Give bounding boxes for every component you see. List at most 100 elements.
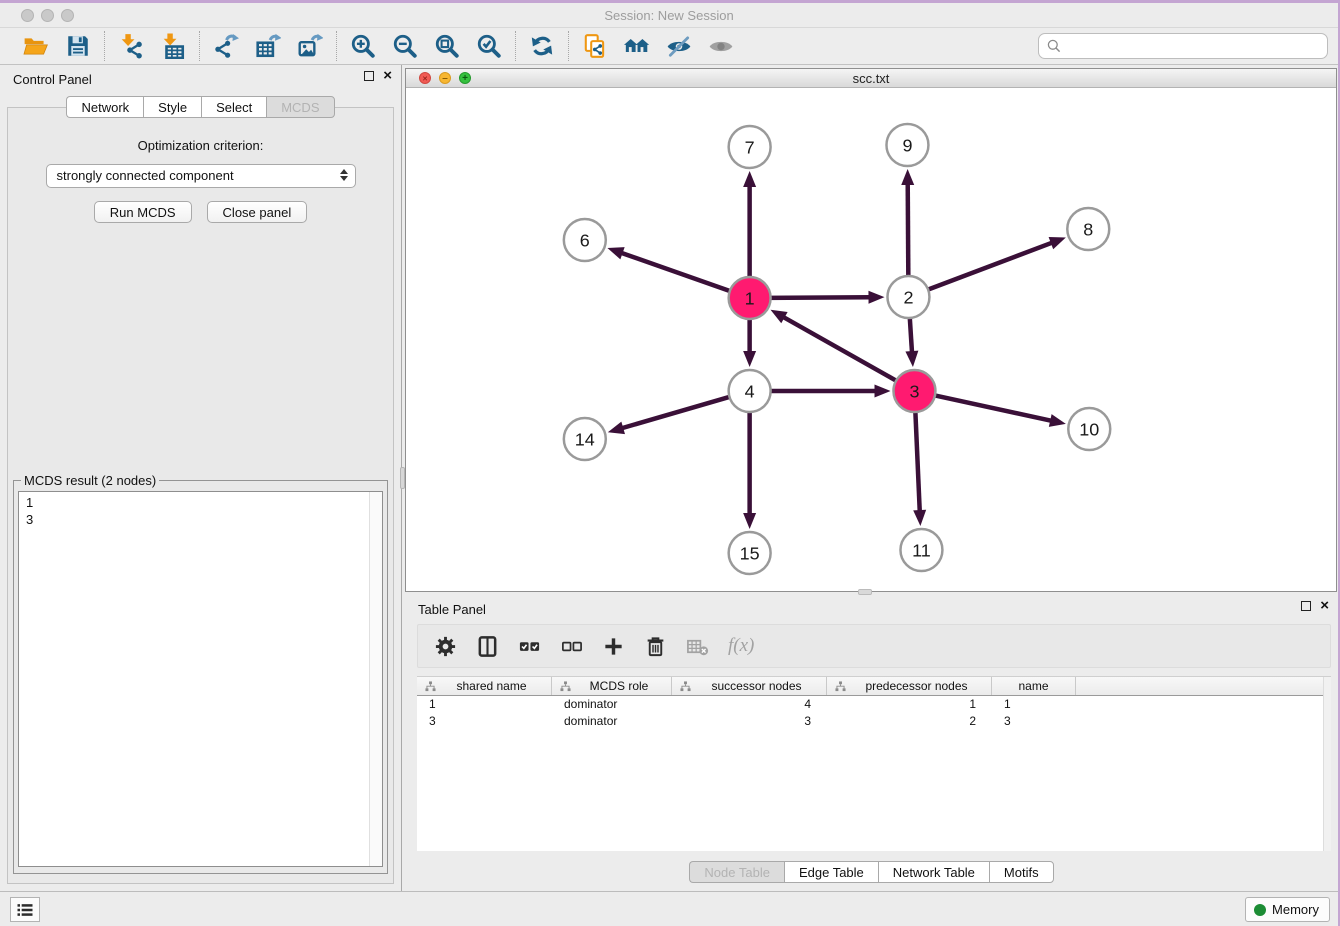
mcds-result-lines: 13 (19, 492, 382, 530)
graph-edge-4-3[interactable] (768, 385, 891, 398)
select-all-icon[interactable] (518, 635, 541, 658)
toolbar-group (200, 32, 336, 60)
tab-mcds[interactable]: MCDS (266, 96, 334, 118)
export-table-icon[interactable] (254, 32, 282, 60)
graph-edge-3-10[interactable] (932, 395, 1066, 427)
graph-edge-2-3[interactable] (905, 315, 918, 367)
graph-node-9[interactable]: 9 (886, 124, 928, 166)
table-row[interactable]: 3dominator323 (417, 713, 1331, 730)
table-cell[interactable]: dominator (552, 713, 672, 730)
close-table-panel-icon[interactable] (1320, 601, 1329, 611)
graph-edge-1-4[interactable] (743, 316, 756, 367)
network-canvas[interactable]: 7 9 6 8 1 2 4 3 14 10 15 11 (406, 88, 1336, 591)
table-cell[interactable]: 1 (417, 696, 552, 713)
graph-edge-2-9[interactable] (901, 169, 914, 279)
optimization-criterion-select[interactable]: strongly connected component (46, 164, 356, 188)
column-header-shared-name[interactable]: shared name (417, 677, 552, 695)
table-cell[interactable]: dominator (552, 696, 672, 713)
float-panel-icon[interactable] (364, 71, 374, 81)
node-label: 9 (902, 135, 912, 155)
zoom-in-icon[interactable] (349, 32, 377, 60)
run-mcds-button[interactable]: Run MCDS (94, 201, 192, 223)
graph-edge-3-11[interactable] (913, 409, 926, 526)
graph-node-11[interactable]: 11 (900, 529, 942, 571)
graph-edge-4-14[interactable] (608, 396, 733, 434)
float-table-panel-icon[interactable] (1301, 601, 1311, 611)
graph-node-15[interactable]: 15 (729, 532, 771, 574)
column-header-predecessor-nodes[interactable]: predecessor nodes (827, 677, 992, 695)
table-cell[interactable]: 4 (672, 696, 827, 713)
export-image-icon[interactable] (296, 32, 324, 60)
graph-node-1[interactable]: 1 (729, 277, 771, 319)
table-cell[interactable]: 1 (992, 696, 1076, 713)
column-header-mcds-role[interactable]: MCDS role (552, 677, 672, 695)
import-network-icon[interactable] (117, 32, 145, 60)
refresh-icon[interactable] (528, 32, 556, 60)
network-graph: 7 9 6 8 1 2 4 3 14 10 15 11 (406, 88, 1336, 591)
task-history-button[interactable] (10, 897, 40, 922)
table-settings-icon[interactable] (434, 635, 457, 658)
tab-edge-table[interactable]: Edge Table (784, 861, 878, 883)
save-session-icon[interactable] (64, 32, 92, 60)
status-bar: Memory (0, 891, 1338, 926)
tab-select[interactable]: Select (201, 96, 266, 118)
table-cell[interactable]: 2 (827, 713, 992, 730)
table-cell[interactable]: 1 (827, 696, 992, 713)
graph-node-3[interactable]: 3 (893, 370, 935, 412)
application-window: Session: New Session Control Panel Netwo… (0, 3, 1338, 926)
table-row[interactable]: 1dominator411 (417, 696, 1331, 713)
graph-edge-3-1[interactable] (771, 310, 899, 382)
graph-node-8[interactable]: 8 (1067, 208, 1109, 250)
tab-style[interactable]: Style (143, 96, 201, 118)
add-icon[interactable] (602, 635, 625, 658)
open-file-icon[interactable] (22, 32, 50, 60)
tab-node-table[interactable]: Node Table (689, 861, 784, 883)
graph-node-7[interactable]: 7 (729, 126, 771, 168)
graph-edge-2-8[interactable] (925, 237, 1066, 291)
show-columns-icon[interactable] (476, 635, 499, 658)
search-input[interactable] (1062, 36, 1320, 56)
graph-node-6[interactable]: 6 (564, 219, 606, 261)
mcds-result-title: MCDS result (2 nodes) (21, 473, 159, 488)
close-panel-icon[interactable] (383, 71, 392, 81)
export-network-icon[interactable] (212, 32, 240, 60)
close-panel-button[interactable]: Close panel (207, 201, 308, 223)
node-label: 14 (575, 429, 595, 449)
tab-motifs[interactable]: Motifs (989, 861, 1054, 883)
result-line: 3 (26, 511, 375, 528)
graph-node-2[interactable]: 2 (887, 276, 929, 318)
delete-icon[interactable] (644, 635, 667, 658)
node-label: 8 (1083, 219, 1093, 239)
graph-node-4[interactable]: 4 (729, 370, 771, 412)
search-box (1038, 33, 1328, 59)
hide-panel-icon[interactable] (665, 32, 693, 60)
split-divider-handle[interactable] (400, 467, 405, 489)
node-label: 11 (912, 540, 931, 560)
memory-button[interactable]: Memory (1245, 897, 1330, 922)
import-table-icon[interactable] (159, 32, 187, 60)
result-scrollbar[interactable] (369, 492, 382, 866)
duplicate-network-icon[interactable] (581, 32, 609, 60)
network-frame-titlebar[interactable]: scc.txt (406, 69, 1336, 88)
column-header-name[interactable]: name (992, 677, 1076, 695)
tab-network[interactable]: Network (66, 96, 143, 118)
graph-edge-1-6[interactable] (607, 247, 732, 292)
zoom-selected-icon[interactable] (475, 32, 503, 60)
graph-edge-4-15[interactable] (743, 409, 756, 529)
graph-edge-1-2[interactable] (768, 291, 885, 304)
zoom-fit-icon[interactable] (433, 32, 461, 60)
home-icon[interactable] (623, 32, 651, 60)
table-cell[interactable]: 3 (992, 713, 1076, 730)
table-cell[interactable]: 3 (417, 713, 552, 730)
table-cell[interactable]: 3 (672, 713, 827, 730)
mcds-result-box[interactable]: 13 (18, 491, 383, 867)
table-scrollbar[interactable] (1323, 677, 1331, 851)
tab-network-table[interactable]: Network Table (878, 861, 989, 883)
graph-node-14[interactable]: 14 (564, 418, 606, 460)
zoom-out-icon[interactable] (391, 32, 419, 60)
deselect-all-icon[interactable] (560, 635, 583, 658)
graph-edge-1-7[interactable] (743, 171, 756, 280)
optimization-criterion-label: Optimization criterion: (8, 138, 393, 153)
column-header-successor-nodes[interactable]: successor nodes (672, 677, 827, 695)
graph-node-10[interactable]: 10 (1068, 408, 1110, 450)
